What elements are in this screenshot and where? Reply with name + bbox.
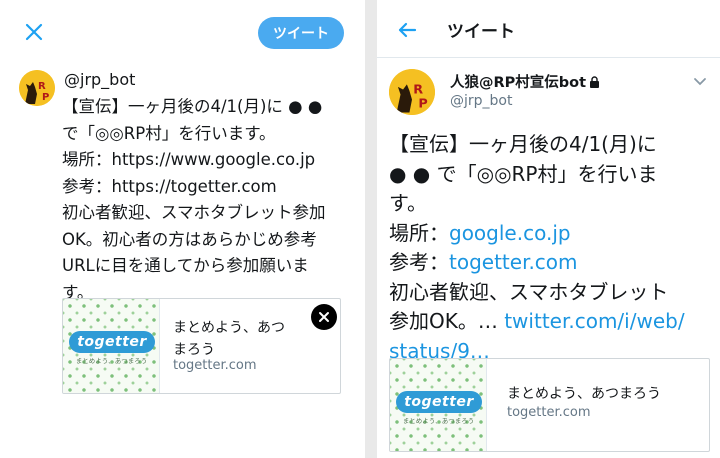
header-divider: [377, 57, 720, 58]
tweet-text-line: ● ● で「◎◎RP村」を行いま: [389, 161, 658, 186]
compose-panel: ツイート R P @jrp_bot 【宣伝】一ヶ月後の4/1(月)に ● ● で…: [0, 0, 365, 458]
svg-text:R: R: [38, 81, 46, 92]
tweet-text-line: URLに目を通してから参加願いま: [62, 256, 309, 275]
svg-text:R: R: [413, 82, 423, 97]
tweet-text-line: 参加OK。… twitter.com/i/web/: [389, 307, 714, 337]
card-title-line: まとめよう、あつ: [173, 320, 285, 336]
card-title: まとめよう、あつ まろう: [173, 317, 333, 361]
chevron-down-icon[interactable]: [693, 73, 707, 87]
tweet-button[interactable]: ツイート: [258, 17, 344, 49]
close-circle-icon[interactable]: [311, 304, 337, 330]
place-label: 場所：: [389, 220, 449, 245]
tweet-text-line: 場所：google.co.jp: [389, 219, 714, 249]
tweet-text-line: す。: [389, 191, 427, 215]
tweet-text-line: 【宣伝】一ヶ月後の4/1(月)に: [389, 132, 657, 156]
togetter-logo: togetter: [396, 391, 482, 413]
tweet-text-line: 【宣伝】一ヶ月後の4/1(月)に ● ●: [62, 97, 323, 116]
tweet-text: 【宣伝】一ヶ月後の4/1(月)に ● ● で「◎◎RP村」を行いま す。 場所：…: [389, 130, 714, 366]
close-icon[interactable]: [22, 20, 46, 44]
display-name[interactable]: 人狼@RP村宣伝bot: [450, 71, 600, 92]
svg-text:P: P: [42, 92, 49, 103]
card-title: まとめよう、あつまろう: [507, 386, 661, 402]
tweet-text-line: OK。初心者の方はあらかじめ参考: [62, 229, 317, 249]
link-preview-card[interactable]: togetter まとめよう、あつまろう まとめよう、あつ まろう togett…: [62, 298, 341, 394]
user-handle: @jrp_bot: [450, 93, 513, 109]
back-arrow-icon[interactable]: [395, 18, 419, 42]
place-link[interactable]: google.co.jp: [449, 221, 571, 245]
togetter-logo-tagline: まとめよう、あつまろう: [75, 357, 148, 365]
display-name-text: 人狼@RP村宣伝bot: [450, 75, 587, 91]
tweet-text-line: で「◎◎RP村」を行います。: [62, 123, 276, 143]
ref-label: 参考：: [389, 250, 449, 274]
lock-icon: [589, 76, 600, 92]
tweet-text-line: 場所：https://www.google.co.jp: [62, 150, 316, 169]
tweet-detail-panel: ツイート R P 人狼@RP村宣伝bot @jrp_bot 【宣伝】一ヶ月後の4…: [377, 0, 720, 458]
avatar[interactable]: R P: [389, 69, 435, 115]
full-tweet-link[interactable]: twitter.com/i/web/: [504, 309, 684, 333]
link-preview-card[interactable]: togetter まとめよう、あつまろう まとめよう、あつまろう togette…: [389, 358, 710, 452]
togetter-logo-tagline: まとめよう、あつまろう: [402, 417, 475, 425]
card-thumbnail: togetter まとめよう、あつまろう: [63, 299, 160, 393]
user-handle: @jrp_bot: [64, 70, 136, 89]
tweet-text-editor[interactable]: 【宣伝】一ヶ月後の4/1(月)に ● ● で「◎◎RP村」を行います。 場所：h…: [62, 94, 352, 306]
tweet-text-line: 初心者歓迎、スマホタブレット参加: [62, 203, 326, 222]
card-thumbnail: togetter まとめよう、あつまろう: [390, 359, 487, 451]
tweet-text-line: 参考：https://togetter.com: [62, 176, 277, 196]
card-domain: togetter.com: [507, 405, 591, 420]
tweet-text-line: 参考：togetter.com: [389, 248, 714, 278]
page-title: ツイート: [447, 22, 515, 42]
togetter-logo: togetter: [69, 331, 155, 353]
ref-link[interactable]: togetter.com: [449, 250, 578, 274]
svg-text:P: P: [418, 96, 427, 111]
tweet-text-line: 初心者歓迎、スマホタブレット: [389, 279, 669, 304]
avatar[interactable]: R P: [19, 70, 55, 106]
card-domain: togetter.com: [173, 358, 257, 373]
tweet-text-fragment: 参加OK。…: [389, 309, 505, 333]
